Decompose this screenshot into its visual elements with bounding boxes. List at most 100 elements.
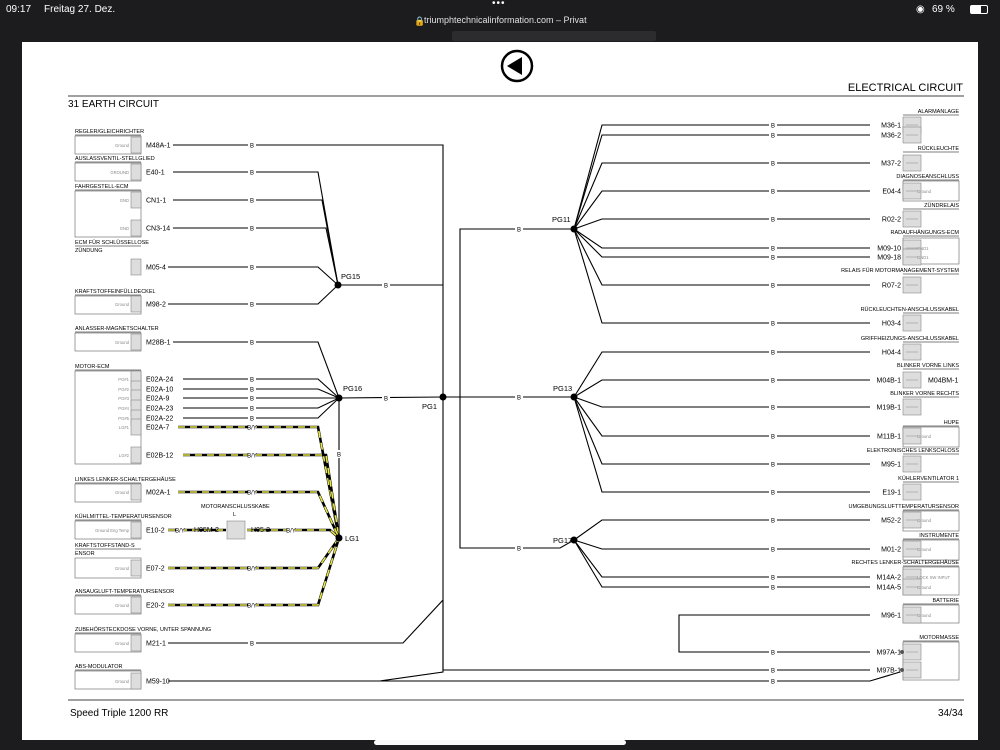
pin-inner-label: Ground [917, 189, 932, 194]
connector-pin [130, 446, 142, 464]
pin-inner-label: Ground Eng Temp [95, 528, 130, 533]
component-title: ALARMANLAGE [918, 109, 960, 115]
pin-label: M02A-1 [146, 490, 171, 497]
wire-pg13-2-color: B [771, 406, 775, 412]
connector-pin [130, 596, 142, 614]
pin-label: M36-2 [881, 133, 901, 140]
pin-inner-label: Ground [115, 603, 130, 608]
wire-m48a-1-color: B [250, 144, 254, 150]
pin-inner-label: Ground [115, 679, 130, 684]
wire-e07-2 [168, 537, 341, 570]
wire-pg11-4 [573, 218, 870, 230]
node-pg11-label: PG11 [552, 215, 571, 224]
pin-label: E19-1 [882, 490, 901, 497]
pin-label: H03-4 [882, 321, 901, 328]
status-battery: 69 % [932, 4, 955, 15]
wire-pg17-2 [573, 539, 870, 578]
wire-e07-2-stripe [168, 537, 340, 569]
motorkabel-connector [226, 520, 246, 540]
pin-inner-label: PG#3 [118, 396, 129, 401]
terminal-dot [900, 668, 904, 672]
pin-label: H04-4 [882, 350, 901, 357]
back-arrow-button[interactable] [500, 49, 534, 83]
pin-inner-label: PG#5 [118, 416, 129, 421]
pin-inner-label: Ground [115, 641, 130, 646]
component-title: GRIFFHEIZUNGS-ANSCHLUSSKABEL [861, 336, 959, 342]
pin-inner-label: PG#2 [118, 387, 129, 392]
wire-e02a-4-color: B [250, 417, 254, 423]
pin-inner-label: Ground [917, 585, 932, 590]
node-pg1-dot [439, 393, 447, 401]
doc-header: ELECTRICAL CIRCUIT [848, 82, 963, 94]
wire-pg1-pg11 [443, 228, 574, 398]
pin-label: E02A-23 [146, 406, 173, 413]
component-title: REGLER/GLEICHRICHTER [75, 129, 144, 135]
status-bar: 09:17 Freitag 27. Dez. ••• 🔒 triumphtech… [0, 0, 1000, 30]
pin-inner-label: PG#4 [118, 406, 129, 411]
wire-e20-2-color: B/Y [247, 604, 257, 610]
motorkabel-pin-a: H05M-2 [194, 527, 219, 534]
status-date: Freitag 27. Dez. [44, 4, 116, 15]
component-title: KÜHLMITTEL-TEMPERATURSENSOR [75, 513, 172, 520]
node-pg16-dot [335, 394, 343, 402]
connector-pin [130, 136, 142, 154]
component-title: KÜHLERVENTILATOR 1 [898, 475, 959, 482]
pin-inner-label: LG#1 [119, 425, 130, 430]
wire-e02a-7-color: B/Y [247, 426, 257, 432]
wire-e02b-12 [183, 453, 341, 539]
earth-circuit-diagram: ELECTRICAL CIRCUIT 31 EARTH CIRCUIT Spee… [68, 49, 964, 719]
pin-inner-label: Ground [917, 518, 932, 523]
wire-cn1-1-color: B [250, 199, 254, 205]
wire-pg13-1 [573, 379, 870, 398]
node-pg16-label: PG16 [343, 384, 362, 393]
wire-pg11-6 [573, 228, 870, 258]
pin-inner-label: GND [120, 198, 129, 203]
wire-pg13-color: B [517, 396, 521, 402]
pin-label: M97B-1 [876, 668, 901, 675]
component-title: BLINKER VORNE RECHTS [890, 391, 959, 397]
node-pg17-label: PG17 [553, 536, 572, 545]
component-title: RELAIS FÜR MOTORMANAGEMENT-SYSTEM [841, 267, 959, 274]
terminal-dot [900, 650, 904, 654]
wire-pg11-5 [573, 228, 870, 249]
component-title: ELEKTRONISCHES LENKSCHLOSS [867, 448, 960, 454]
pin-label: M11B-1 [877, 434, 901, 441]
wire-cn1-1 [173, 199, 339, 286]
pin-label: R02-2 [882, 217, 901, 224]
component-title: RÜCKLEUCHTEN-ANSCHLUSSKABEL [861, 306, 959, 313]
pin-inner-label: Ground [917, 547, 932, 552]
pin-label: E10-2 [146, 528, 165, 535]
pin-label: E02A-10 [146, 387, 173, 394]
wire-pg13-1-color: B [771, 379, 775, 385]
wire-pg11-0-color: B [771, 124, 775, 130]
wire-e02a-1 [183, 388, 340, 399]
wifi-icon: ◉ [916, 4, 925, 15]
wire-pg11-1 [573, 134, 870, 230]
pin-label: M05-4 [146, 265, 166, 272]
component-title: RÜCKLEUCHTE [918, 145, 960, 152]
wire-pg11-4-color: B [771, 218, 775, 224]
tab-dots[interactable]: ••• [492, 0, 506, 9]
wire-e10-2-color: B/Y [175, 529, 185, 535]
wire-m98-2-color: B [250, 303, 254, 309]
document-page: ELECTRICAL CIRCUIT 31 EARTH CIRCUIT Spee… [22, 42, 978, 740]
pin-label: M98-2 [146, 302, 166, 309]
wire-m97a-color: B [771, 651, 775, 657]
pin-label: E02A-7 [146, 425, 169, 432]
wire-m05-4-color: B [250, 266, 254, 272]
wire-pg11-3-color: B [771, 190, 775, 196]
pin-label: M37-2 [881, 161, 901, 168]
pin-inner-label: PG#1 [118, 377, 129, 382]
home-indicator[interactable] [374, 740, 626, 745]
wire-e40-1-color: B [250, 171, 254, 177]
pin-label: E20-2 [146, 603, 165, 610]
pin-label: E02B-12 [146, 453, 173, 460]
url-text[interactable]: triumphtechnicalinformation.com – Privat [424, 15, 587, 25]
wire-pg13-2 [573, 396, 870, 408]
motorkabel-title-2: L [233, 512, 236, 518]
wire-h05-2-color: B/Y [286, 529, 296, 535]
wire-pg16-pg1 [338, 396, 444, 399]
wire-pg11-3 [573, 190, 870, 230]
wire-pg17-color: B [517, 547, 521, 553]
pin-label: CN1-1 [146, 198, 166, 205]
